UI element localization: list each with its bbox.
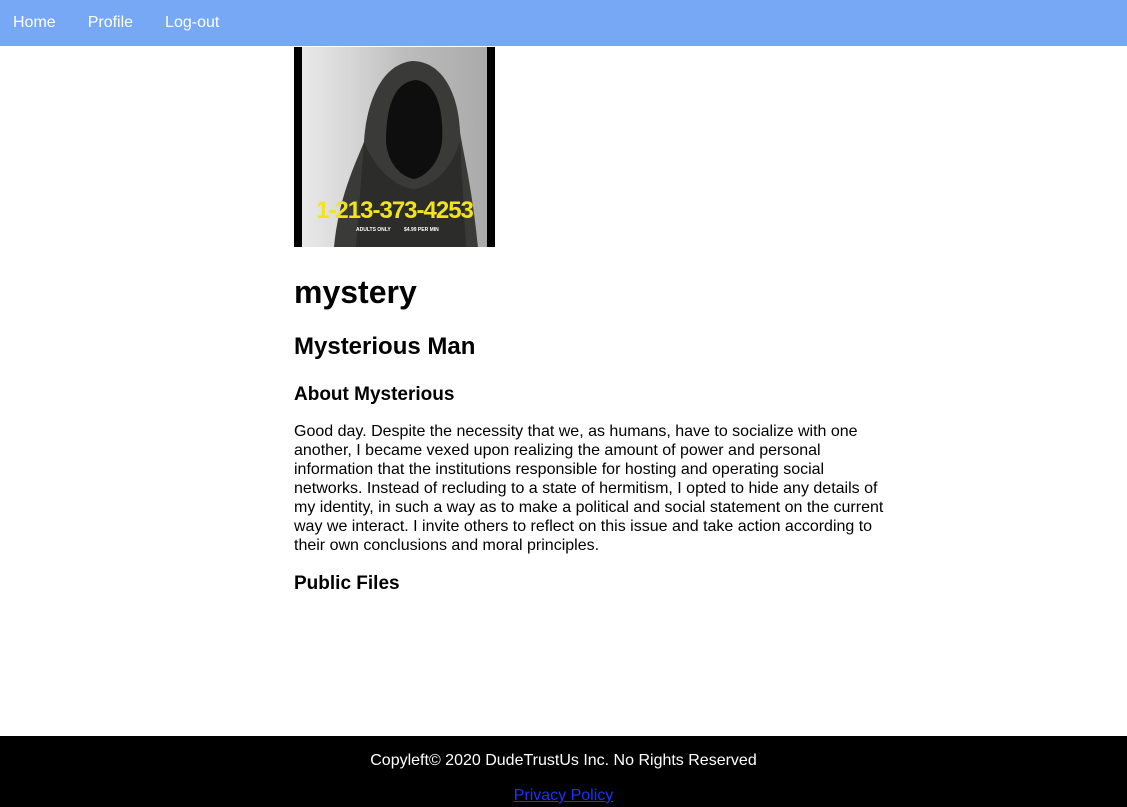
profile-full-name: Mysterious Man [294,333,476,360]
nav-logout-link[interactable]: Log-out [152,0,232,46]
top-navbar: Home Profile Log-out [0,0,1127,46]
about-heading: About Mysterious [294,384,455,405]
privacy-policy-link[interactable]: Privacy Policy [0,787,1127,805]
nav-profile-link[interactable]: Profile [75,0,146,46]
page-footer: Copyleft© 2020 DudeTrustUs Inc. No Right… [0,736,1127,807]
photo-small-text-left: ADULTS ONLY [356,227,391,233]
public-files-heading: Public Files [294,573,400,594]
about-text: Good day. Despite the necessity that we,… [294,423,884,554]
photo-phone-text: 1-213-373-4253 [316,197,474,224]
profile-photo: 1-213-373-4253 ADULTS ONLY $4.99 PER MIN [294,47,495,247]
profile-content: 1-213-373-4253 ADULTS ONLY $4.99 PER MIN… [294,47,886,596]
nav-home-link[interactable]: Home [0,0,69,46]
copyright-text: Copyleft© 2020 DudeTrustUs Inc. No Right… [370,752,757,769]
photo-small-text-right: $4.99 PER MIN [404,227,439,233]
profile-username: mystery [294,274,417,310]
